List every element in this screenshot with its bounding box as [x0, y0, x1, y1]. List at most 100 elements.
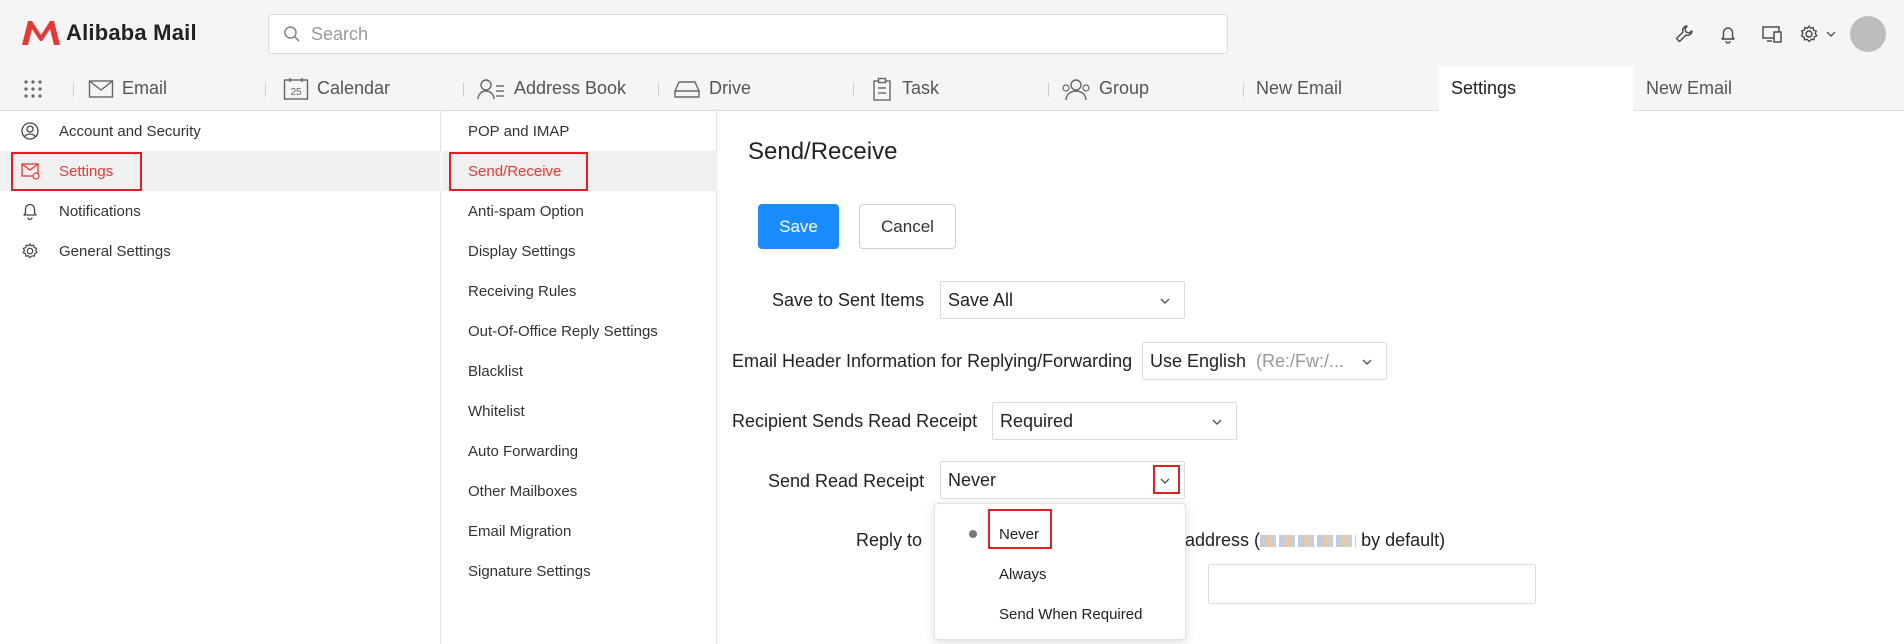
alibaba-mail-logo-icon: [22, 21, 60, 45]
search-input[interactable]: [311, 23, 1191, 45]
chevron-down-icon: [1160, 298, 1170, 304]
nav-address-book[interactable]: Address Book: [476, 66, 626, 111]
submenu-item-label: Send/Receive: [468, 162, 562, 180]
submenu-item[interactable]: Whitelist: [442, 391, 717, 431]
bell-icon: [23, 203, 37, 220]
nav-divider: [853, 83, 854, 97]
save-sent-value: Save All: [948, 289, 1014, 310]
clipboard-icon: [873, 77, 891, 101]
search-box[interactable]: [268, 14, 1228, 54]
nav-email[interactable]: Email: [88, 66, 167, 111]
recipient-receipt-select[interactable]: Required: [992, 402, 1237, 440]
settings-submenu: POP and IMAP Send/Receive Anti-spam Opti…: [442, 111, 717, 644]
contacts-icon: [477, 78, 504, 99]
submenu-item[interactable]: Blacklist: [442, 351, 717, 391]
chevron-down-icon: [1212, 419, 1222, 425]
reply-to-description: ng address ( by default): [1160, 530, 1445, 551]
selected-dot-icon: [969, 530, 977, 538]
submenu-item[interactable]: Other Mailboxes: [442, 471, 717, 511]
header-info-select[interactable]: Use English (Re:/Fw:/...: [1142, 342, 1387, 380]
page-title: Send/Receive: [748, 138, 898, 165]
submenu-item[interactable]: Email Migration: [442, 511, 717, 551]
user-circle-icon: [21, 122, 39, 140]
reply-to-input[interactable]: [1208, 564, 1536, 604]
menu-item-settings[interactable]: Settings: [0, 151, 441, 191]
submenu-item-label: POP and IMAP: [468, 122, 570, 140]
submenu-item-label: Whitelist: [468, 402, 525, 420]
drive-icon: [674, 80, 700, 98]
submenu-item[interactable]: Anti-spam Option: [442, 191, 717, 231]
nav-drive[interactable]: Drive: [673, 66, 751, 111]
mail-settings-icon: [21, 163, 40, 180]
submenu-item[interactable]: Auto Forwarding: [442, 431, 717, 471]
chevron-down-icon[interactable]: [1158, 474, 1172, 488]
header-info-hint: (Re:/Fw:/...: [1256, 350, 1345, 371]
nav-task-label: Task: [902, 78, 940, 98]
nav-email-label: Email: [122, 78, 168, 98]
send-receipt-value: Never: [948, 469, 997, 490]
gear-icon: [22, 243, 38, 259]
nav-group[interactable]: Group: [1061, 66, 1149, 111]
top-bar: Alibaba Mail: [0, 0, 1904, 66]
submenu-item-active[interactable]: Send/Receive: [442, 151, 717, 191]
dropdown-option-always[interactable]: Always: [935, 554, 1187, 594]
bell-icon[interactable]: [1706, 14, 1750, 54]
nav-address-book-label: Address Book: [514, 78, 627, 98]
save-button[interactable]: Save: [758, 204, 839, 249]
submenu-item-label: Display Settings: [468, 242, 576, 260]
dropdown-option-label: Send When Required: [999, 605, 1143, 623]
settings-menu-toggle[interactable]: [1794, 14, 1842, 54]
submenu-item-label: Receiving Rules: [468, 282, 577, 300]
nav-divider: [463, 83, 464, 97]
send-receipt-dropdown: Never Always Send When Required: [934, 503, 1186, 640]
send-receipt-label: Send Read Receipt: [768, 471, 925, 491]
wrench-icon[interactable]: [1662, 14, 1706, 54]
device-switch-icon[interactable]: [1750, 14, 1794, 54]
tab-new-email-label: New Email: [1256, 78, 1343, 98]
send-receipt-select[interactable]: Never: [940, 461, 1185, 499]
dropdown-option-label: Never: [999, 525, 1040, 543]
tab-settings-label: Settings: [1451, 78, 1517, 98]
menu-item-notifications[interactable]: Notifications: [0, 191, 441, 231]
menu-item-label: Account and Security: [59, 122, 201, 140]
nav-group-label: Group: [1099, 78, 1150, 98]
nav-divider: [658, 83, 659, 97]
dropdown-option-label: Always: [999, 565, 1047, 583]
gear-icon: [1800, 25, 1818, 43]
submenu-item-label: Anti-spam Option: [468, 202, 584, 220]
menu-item-account-security[interactable]: Account and Security: [0, 111, 441, 151]
submenu-item[interactable]: Out-Of-Office Reply Settings: [442, 311, 717, 351]
reply-to-text-after: by default): [1356, 530, 1446, 550]
chevron-down-icon: [1826, 31, 1836, 37]
submenu-item[interactable]: Display Settings: [442, 231, 717, 271]
reply-to-label: Reply to: [856, 530, 923, 550]
top-toolbar: [1662, 14, 1904, 54]
nav-divider: [1243, 83, 1244, 97]
submenu-item-label: Auto Forwarding: [468, 442, 579, 460]
nav-drive-label: Drive: [709, 78, 752, 98]
send-receive-panel: Send/Receive Save Cancel Save to Sent It…: [718, 111, 1904, 644]
tab-new-email[interactable]: New Email: [1256, 66, 1342, 111]
cancel-button[interactable]: Cancel: [859, 204, 956, 249]
submenu-item[interactable]: POP and IMAP: [442, 111, 717, 151]
app-title: Alibaba Mail: [66, 20, 197, 45]
tab-settings[interactable]: Settings: [1439, 66, 1633, 111]
search-icon: [284, 26, 300, 42]
menu-item-label: General Settings: [59, 242, 171, 260]
dropdown-option-never[interactable]: Never: [935, 514, 1187, 554]
save-sent-select[interactable]: Save All: [940, 281, 1185, 319]
nav-calendar[interactable]: 25 Calendar: [283, 66, 390, 111]
tab-new-email-2[interactable]: New Email: [1646, 66, 1732, 111]
avatar[interactable]: [1850, 16, 1886, 52]
calendar-icon: 25: [283, 77, 309, 100]
nav-divider: [73, 83, 74, 97]
nav-calendar-label: Calendar: [317, 78, 391, 98]
submenu-item[interactable]: Signature Settings: [442, 551, 717, 591]
recipient-receipt-value: Required: [1000, 410, 1074, 431]
nav-task[interactable]: Task: [870, 66, 939, 111]
submenu-item[interactable]: Receiving Rules: [442, 271, 717, 311]
app-logo[interactable]: Alibaba Mail: [19, 17, 197, 49]
apps-grid-icon[interactable]: [22, 66, 52, 111]
menu-item-general-settings[interactable]: General Settings: [0, 231, 441, 271]
dropdown-option-send-when-required[interactable]: Send When Required: [935, 594, 1187, 634]
